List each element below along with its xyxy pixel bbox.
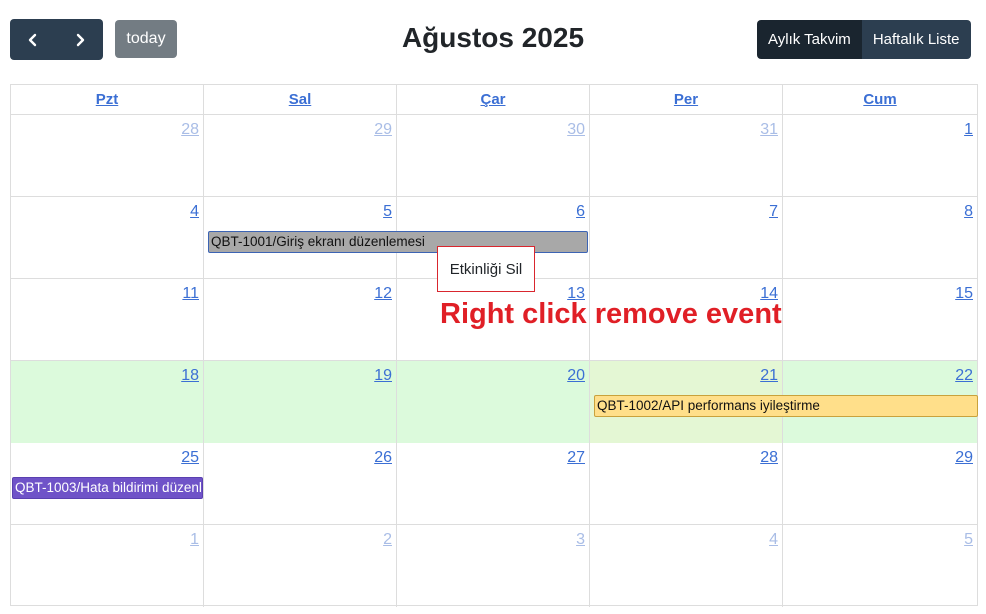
day-cell[interactable]: 20 xyxy=(397,361,590,443)
day-cell[interactable]: 29 xyxy=(204,115,397,197)
weekly-list-button[interactable]: Haftalık Liste xyxy=(861,20,971,59)
day-number[interactable]: 2 xyxy=(383,531,392,549)
day-header-row: Pzt Sal Çar Per Cum xyxy=(11,85,977,115)
annotation-text: Right click remove event xyxy=(440,298,782,330)
day-number[interactable]: 1 xyxy=(190,531,199,549)
day-cell[interactable]: 11 xyxy=(11,279,204,361)
day-cell[interactable]: 19 xyxy=(204,361,397,443)
day-number[interactable]: 15 xyxy=(955,285,973,303)
day-number[interactable]: 1 xyxy=(964,121,973,139)
day-cell[interactable]: 30 xyxy=(397,115,590,197)
day-number[interactable]: 5 xyxy=(964,531,973,549)
day-number[interactable]: 7 xyxy=(769,203,778,221)
day-cell[interactable]: 26 xyxy=(204,443,397,525)
day-number[interactable]: 8 xyxy=(964,203,973,221)
day-number[interactable]: 3 xyxy=(576,531,585,549)
week-row: 1 2 3 4 5 xyxy=(11,525,977,607)
day-number[interactable]: 29 xyxy=(374,121,392,139)
day-cell[interactable]: 4 xyxy=(590,525,783,607)
day-cell[interactable]: 18 xyxy=(11,361,204,443)
calendar-grid: Pzt Sal Çar Per Cum 28 29 30 31 1 4 5 6 … xyxy=(10,84,978,607)
prev-button[interactable] xyxy=(10,19,57,60)
next-button[interactable] xyxy=(57,19,104,60)
day-number[interactable]: 28 xyxy=(760,449,778,467)
day-cell[interactable]: 1 xyxy=(11,525,204,607)
day-number[interactable]: 4 xyxy=(190,203,199,221)
day-header-thu[interactable]: Per xyxy=(590,85,783,114)
day-cell[interactable]: 12 xyxy=(204,279,397,361)
day-number[interactable]: 5 xyxy=(383,203,392,221)
day-number[interactable]: 26 xyxy=(374,449,392,467)
chevron-left-icon xyxy=(29,33,37,46)
day-cell[interactable]: 29 xyxy=(783,443,977,525)
day-number[interactable]: 21 xyxy=(760,367,778,385)
day-header-wed[interactable]: Çar xyxy=(397,85,590,114)
day-cell[interactable]: 15 xyxy=(783,279,977,361)
day-number[interactable]: 28 xyxy=(181,121,199,139)
day-number[interactable]: 25 xyxy=(181,449,199,467)
nav-button-group xyxy=(10,19,103,60)
day-number[interactable]: 19 xyxy=(374,367,392,385)
day-cell[interactable]: 4 xyxy=(11,197,204,279)
delete-event-menu-item[interactable]: Etkinliği Sil xyxy=(437,246,535,292)
day-cell[interactable]: 28 xyxy=(590,443,783,525)
day-cell[interactable]: 28 xyxy=(11,115,204,197)
day-number[interactable]: 18 xyxy=(181,367,199,385)
day-cell[interactable]: 31 xyxy=(590,115,783,197)
day-number[interactable]: 20 xyxy=(567,367,585,385)
monthly-view-button[interactable]: Aylık Takvim xyxy=(757,20,862,59)
day-cell[interactable]: 5 xyxy=(783,525,977,607)
day-cell[interactable]: 27 xyxy=(397,443,590,525)
day-header-fri[interactable]: Cum xyxy=(783,85,977,114)
day-number[interactable]: 11 xyxy=(182,285,199,303)
day-header-tue[interactable]: Sal xyxy=(204,85,397,114)
today-button[interactable]: today xyxy=(115,20,177,58)
week-row: 28 29 30 31 1 xyxy=(11,115,977,197)
calendar-event[interactable]: QBT-1003/Hata bildirimi düzenleme xyxy=(12,477,203,499)
day-number[interactable]: 4 xyxy=(769,531,778,549)
day-number[interactable]: 31 xyxy=(760,121,778,139)
view-switcher: Aylık Takvim Haftalık Liste xyxy=(757,20,971,59)
chevron-right-icon xyxy=(76,33,84,46)
day-header-mon[interactable]: Pzt xyxy=(11,85,204,114)
day-cell[interactable]: 8 xyxy=(783,197,977,279)
day-number[interactable]: 12 xyxy=(374,285,392,303)
day-cell[interactable]: 1 xyxy=(783,115,977,197)
day-number[interactable]: 30 xyxy=(567,121,585,139)
day-number[interactable]: 6 xyxy=(576,203,585,221)
calendar-event[interactable]: QBT-1002/API performans iyileştirme xyxy=(594,395,978,417)
day-number[interactable]: 29 xyxy=(955,449,973,467)
day-cell[interactable]: 7 xyxy=(590,197,783,279)
day-number[interactable]: 22 xyxy=(955,367,973,385)
day-cell[interactable]: 3 xyxy=(397,525,590,607)
day-number[interactable]: 27 xyxy=(567,449,585,467)
day-cell[interactable]: 2 xyxy=(204,525,397,607)
